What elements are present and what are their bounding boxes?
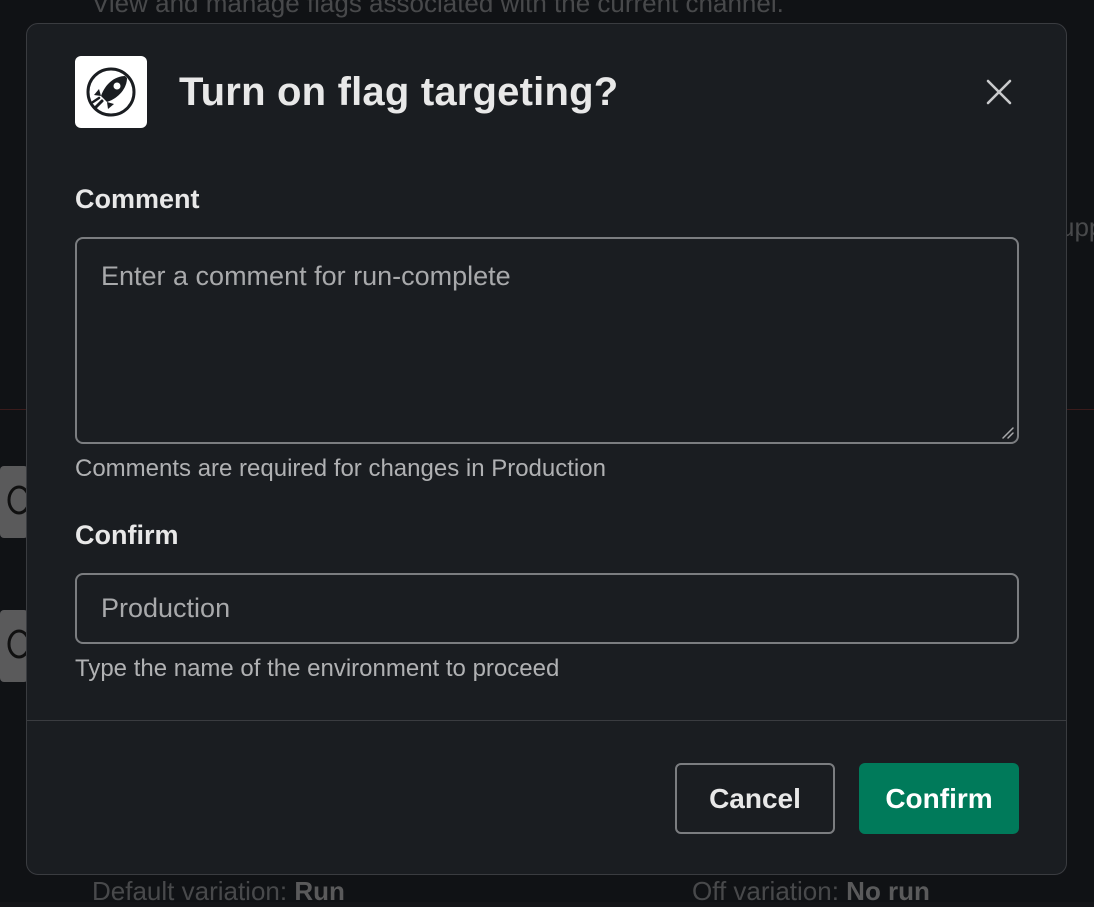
dialog-header: Turn on flag targeting? [75, 56, 618, 128]
comment-label: Comment [75, 184, 200, 214]
flag-targeting-dialog: Turn on flag targeting? Comment Comments… [26, 23, 1067, 875]
confirm-button[interactable]: Confirm [859, 763, 1019, 834]
environment-name-input[interactable] [75, 573, 1019, 644]
app-icon [75, 56, 147, 128]
dialog-title: Turn on flag targeting? [179, 69, 619, 114]
comment-textarea[interactable] [75, 237, 1019, 444]
comment-hint: Comments are required for changes in Pro… [75, 455, 606, 482]
rocket-icon [86, 67, 136, 117]
resize-handle-icon[interactable] [999, 424, 1015, 440]
close-button[interactable] [979, 72, 1019, 112]
cancel-button[interactable]: Cancel [675, 763, 835, 834]
footer-divider [27, 720, 1066, 721]
close-icon [986, 79, 1012, 105]
confirm-hint: Type the name of the environment to proc… [75, 655, 560, 682]
confirm-label: Confirm [75, 520, 179, 550]
